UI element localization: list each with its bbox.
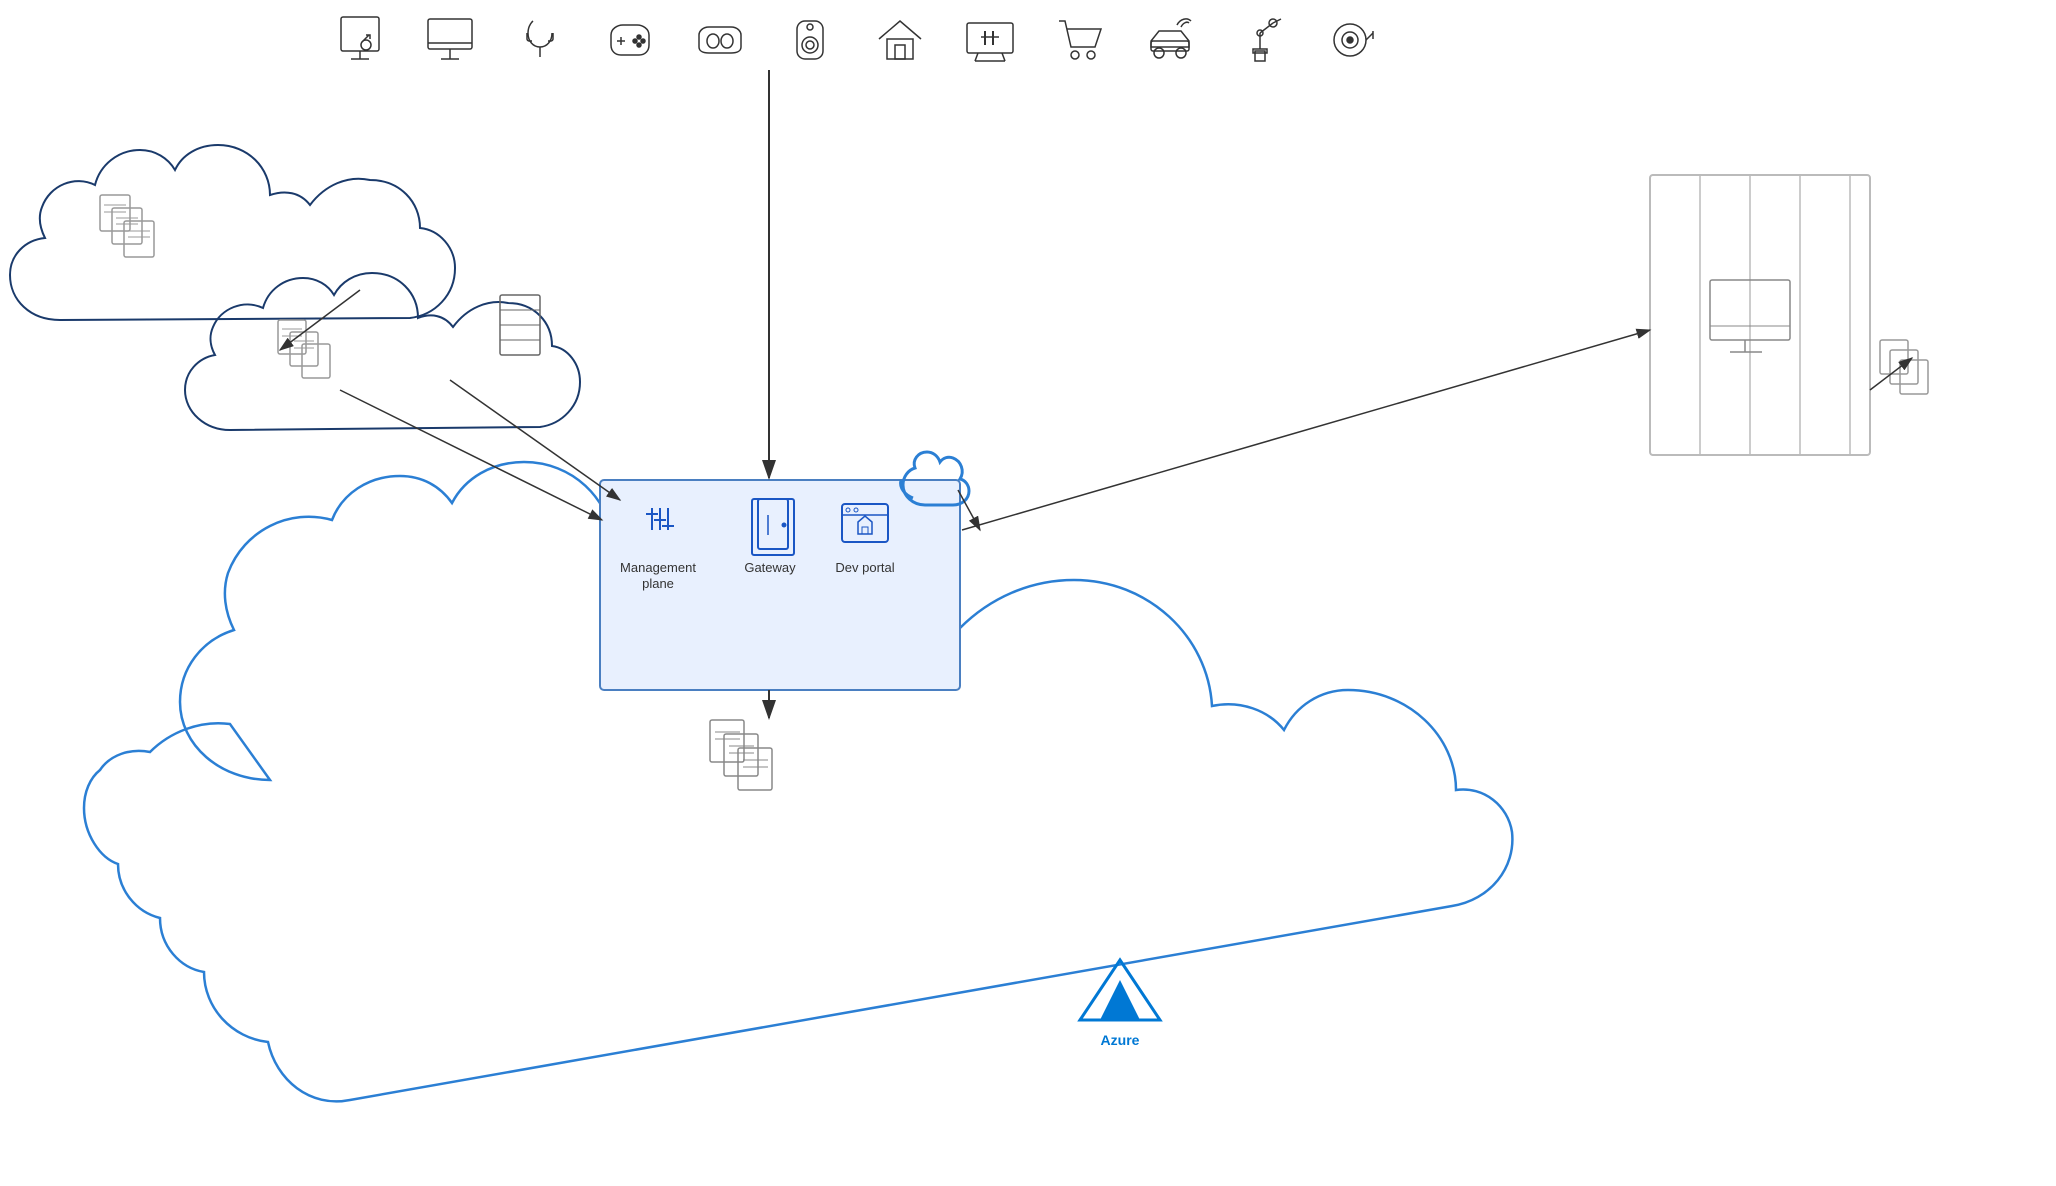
smart-tv-icon (960, 10, 1020, 70)
robot-arm-icon (1230, 10, 1290, 70)
server-rack (1650, 175, 1870, 455)
security-camera-icon (1320, 10, 1380, 70)
speaker-icon (780, 10, 840, 70)
management-plane-icon (646, 508, 674, 530)
smart-home-icon (870, 10, 930, 70)
cloud-topleft-inner (185, 273, 580, 430)
svg-text:Dev portal: Dev portal (835, 560, 894, 575)
touch-screen-icon (330, 10, 390, 70)
vr-headset-icon (690, 10, 750, 70)
cloud-topleft-outer (10, 145, 455, 320)
server-docs-right (1880, 340, 1928, 394)
connected-car-icon (1140, 10, 1200, 70)
shopping-cart-icon (1050, 10, 1110, 70)
azure-logo: Azure (1080, 960, 1160, 1048)
device-icons-row (330, 10, 1380, 70)
svg-text:plane: plane (642, 576, 674, 591)
gateway-icon (752, 499, 794, 555)
apim-box: Management plane Gateway Dev portal (600, 480, 960, 690)
gamepad-icon (600, 10, 660, 70)
azure-cloud-icon (901, 452, 969, 505)
bottom-docs (710, 720, 772, 790)
monitor-icon (420, 10, 480, 70)
svg-text:Azure: Azure (1101, 1032, 1140, 1048)
architecture-diagram: Management plane Gateway Dev portal (0, 0, 2056, 1186)
dev-portal-icon (842, 504, 888, 542)
svg-text:Management: Management (620, 560, 696, 575)
cloud-main (84, 462, 1512, 1101)
mobile-icon (510, 10, 570, 70)
svg-text:Gateway: Gateway (744, 560, 796, 575)
